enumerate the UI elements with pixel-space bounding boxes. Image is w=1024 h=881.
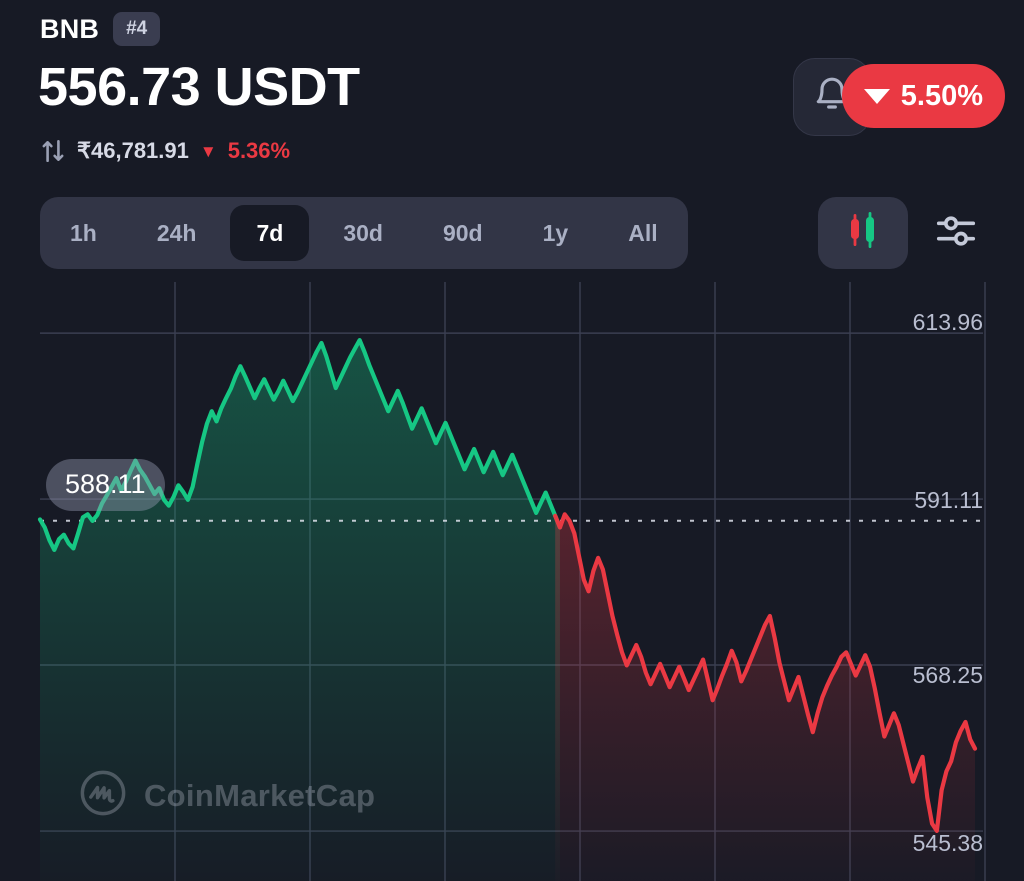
coin-header: BNB #4 556.73 USDT ₹46,781.91 ▼ 5.36% 5.…: [0, 0, 1024, 185]
coin-symbol: BNB: [40, 13, 100, 44]
chart-settings-button[interactable]: [925, 203, 987, 263]
y-axis-label-0: 613.96: [912, 309, 983, 335]
sliders-icon: [933, 208, 979, 259]
coinmarketcap-logo-icon: [78, 768, 128, 823]
tab-all[interactable]: All: [602, 205, 683, 261]
rank-badge: #4: [113, 12, 161, 46]
candlestick-icon: [843, 209, 883, 258]
chart-area-segment: [555, 514, 975, 881]
caret-down-icon: [863, 88, 890, 104]
tab-1y[interactable]: 1y: [517, 205, 595, 261]
candlestick-chart-toggle[interactable]: [818, 197, 908, 269]
price-change-badge[interactable]: 5.50%: [841, 64, 1005, 128]
range-tab-bar: 1h 24h 7d 30d 90d 1y All: [40, 197, 688, 269]
coin-price-screen: BNB #4 556.73 USDT ₹46,781.91 ▼ 5.36% 5.…: [0, 0, 1024, 881]
watermark-label: CoinMarketCap: [144, 777, 376, 813]
current-price: 556.73 USDT: [38, 57, 360, 117]
fiat-price-row[interactable]: ₹46,781.91 ▼ 5.36%: [40, 138, 290, 164]
price-change-percent: 5.50%: [900, 79, 983, 112]
current-price-pill: 588.11: [46, 458, 165, 511]
fiat-change-caret-icon: ▼: [199, 141, 217, 161]
tab-90d[interactable]: 90d: [417, 205, 509, 261]
fiat-price: ₹46,781.91: [77, 138, 189, 163]
coinmarketcap-watermark: CoinMarketCap: [78, 768, 375, 823]
tab-24h[interactable]: 24h: [131, 205, 223, 261]
swap-arrows-icon[interactable]: [40, 138, 66, 164]
tab-30d[interactable]: 30d: [317, 205, 409, 261]
tab-7d[interactable]: 7d: [230, 205, 310, 261]
y-axis-label-2: 568.25: [912, 662, 983, 688]
y-axis-label-1: 591.11: [914, 487, 983, 513]
symbol-row: BNB #4: [40, 12, 161, 46]
fiat-change-percent: 5.36%: [227, 138, 291, 163]
tab-1h[interactable]: 1h: [44, 205, 123, 261]
y-axis-label-3: 545.38: [912, 830, 983, 856]
